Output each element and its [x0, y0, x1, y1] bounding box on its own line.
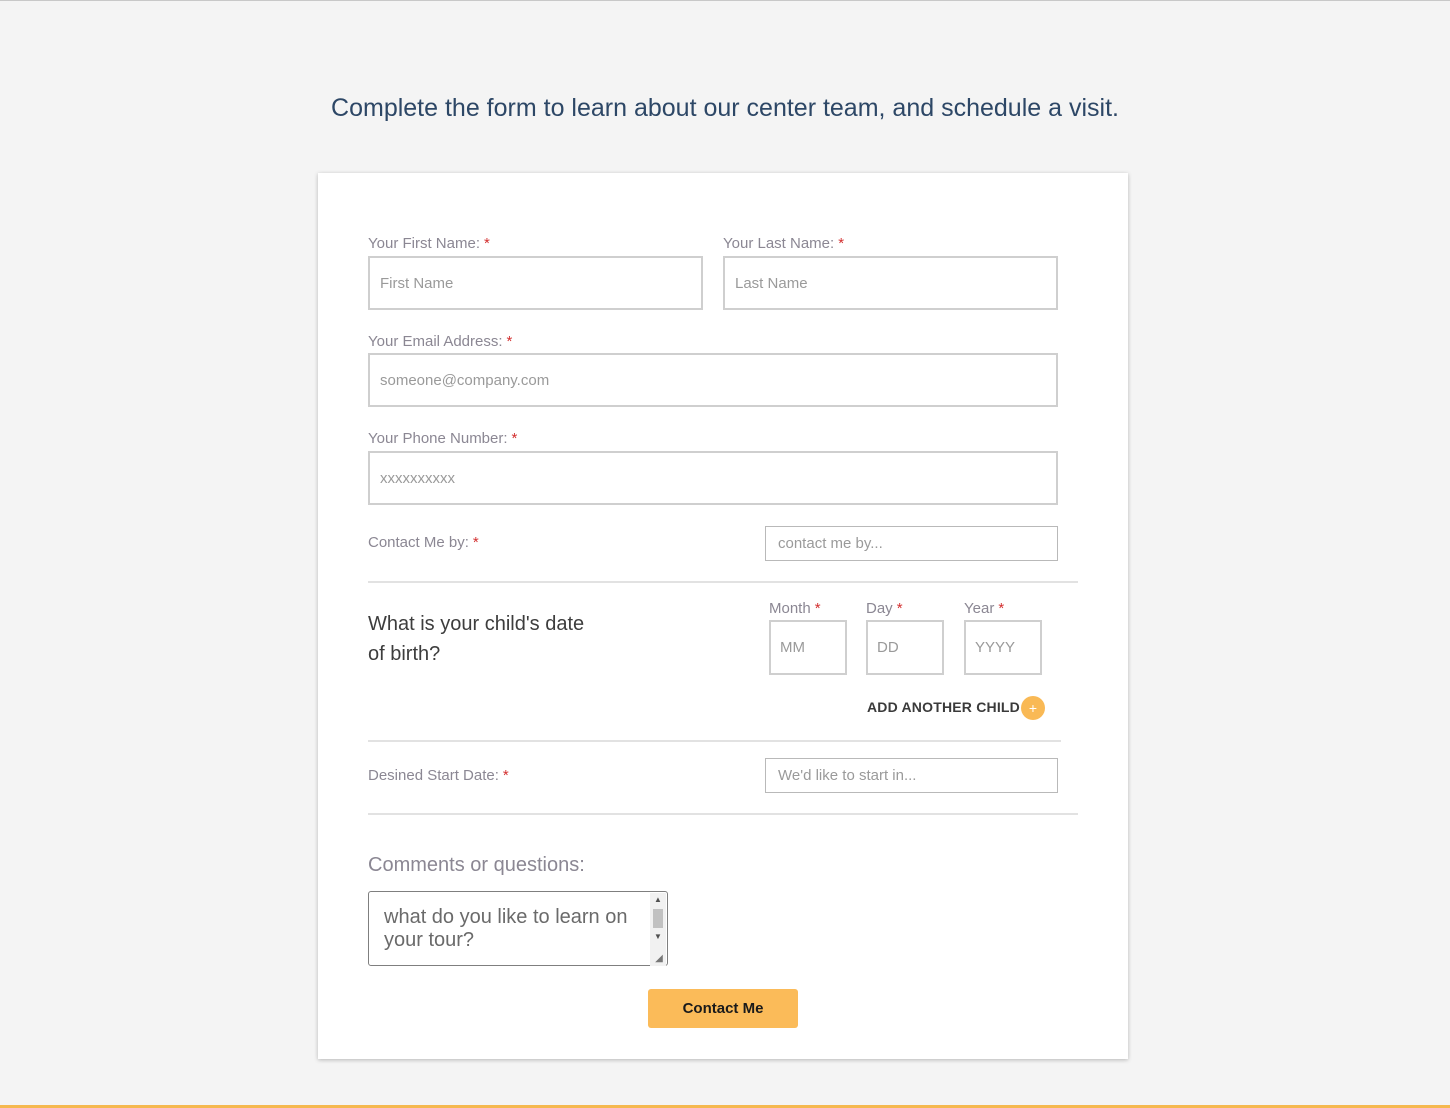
first-name-label: Your First Name: *	[368, 235, 490, 252]
comments-textarea[interactable]	[369, 892, 651, 965]
required-marker: *	[506, 333, 513, 350]
day-label-text: Day	[866, 600, 893, 617]
email-label: Your Email Address: *	[368, 333, 512, 350]
contact-me-button[interactable]: Contact Me	[648, 989, 798, 1028]
required-marker: *	[472, 534, 479, 551]
start-date-label-text: Desined Start Date:	[368, 767, 499, 784]
phone-label: Your Phone Number: *	[368, 430, 517, 447]
email-label-text: Your Email Address:	[368, 333, 503, 350]
required-marker: *	[838, 235, 845, 252]
dob-day-input[interactable]	[866, 620, 944, 675]
comments-textarea-wrapper: ▲ ▼ ◢	[368, 891, 668, 966]
required-marker: *	[814, 600, 821, 617]
scroll-up-icon[interactable]: ▲	[650, 893, 666, 907]
first-name-input[interactable]	[368, 256, 703, 310]
required-marker: *	[511, 430, 518, 447]
scrollbar-thumb[interactable]	[653, 909, 663, 928]
contact-by-label-text: Contact Me by:	[368, 534, 469, 551]
dob-question: What is your child's date of birth?	[368, 613, 585, 665]
scroll-down-icon[interactable]: ▼	[650, 930, 666, 944]
page-headline: Complete the form to learn about our cen…	[331, 94, 1119, 122]
start-date-label: Desined Start Date: *	[368, 767, 509, 784]
last-name-input[interactable]	[723, 256, 1058, 310]
section-divider	[368, 813, 1078, 815]
required-marker: *	[998, 600, 1005, 617]
section-divider	[368, 581, 1078, 583]
dob-month-input[interactable]	[769, 620, 847, 675]
contact-by-label: Contact Me by: *	[368, 534, 479, 551]
required-marker: *	[896, 600, 903, 617]
dob-year-input[interactable]	[964, 620, 1042, 675]
phone-input[interactable]	[368, 451, 1058, 505]
plus-icon[interactable]: +	[1021, 696, 1045, 720]
required-marker: *	[502, 767, 509, 784]
month-label-text: Month	[769, 600, 811, 617]
last-name-label-text: Your Last Name:	[723, 235, 835, 252]
add-another-child-link[interactable]: ADD ANOTHER CHILD	[867, 699, 1020, 715]
top-border	[0, 0, 1450, 1]
start-date-select[interactable]	[765, 758, 1058, 793]
day-label: Day *	[866, 600, 903, 617]
email-input[interactable]	[368, 353, 1058, 407]
resize-grip-icon[interactable]: ◢	[652, 952, 666, 966]
contact-form-card: Your First Name:* Your Last Name:* Your …	[318, 173, 1128, 1059]
textarea-scrollbar[interactable]: ▲ ▼ ◢	[650, 893, 666, 966]
first-name-label-text: Your First Name:	[368, 235, 480, 252]
comments-label: Comments or questions:	[368, 854, 585, 876]
phone-label-text: Your Phone Number:	[368, 430, 508, 447]
last-name-label: Your Last Name: *	[723, 235, 844, 252]
contact-by-select[interactable]	[765, 526, 1058, 561]
year-label: Year *	[964, 600, 1004, 617]
month-label: Month *	[769, 600, 821, 617]
required-marker: *	[483, 235, 490, 252]
section-divider	[368, 740, 1061, 742]
year-label-text: Year	[964, 600, 995, 617]
